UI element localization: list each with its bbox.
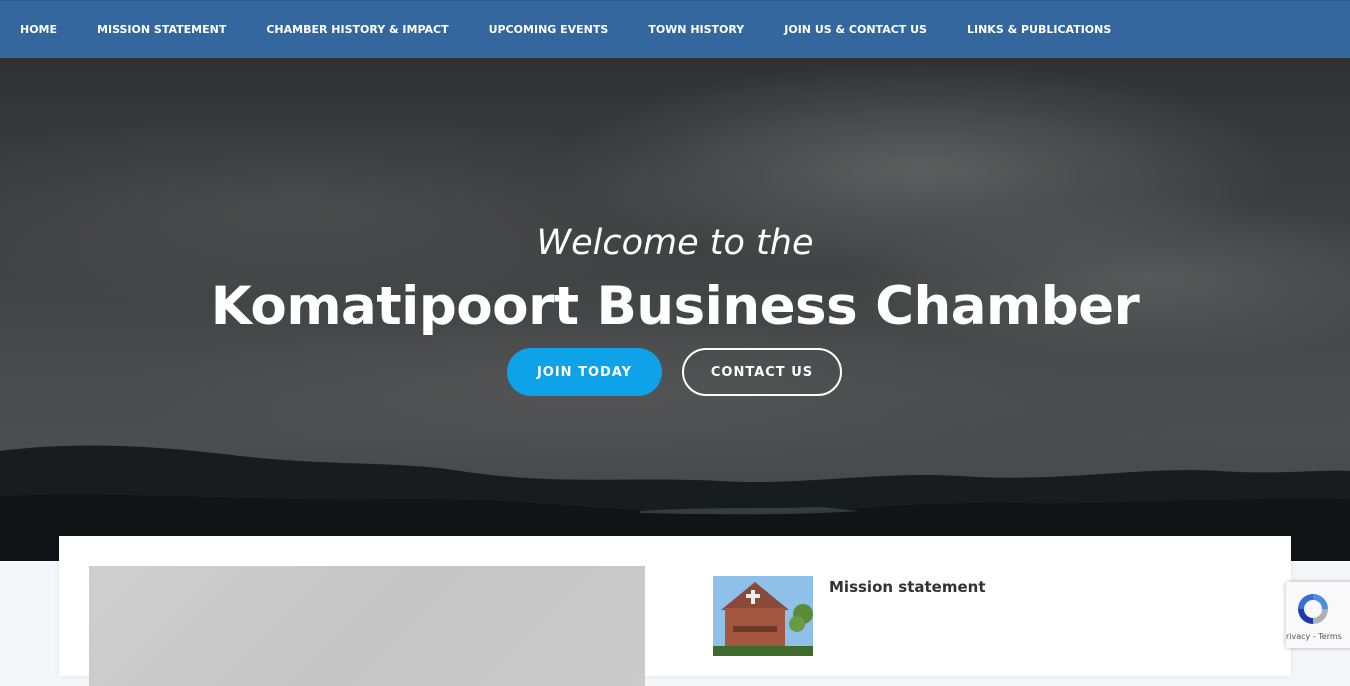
nav-item-links-publications[interactable]: LINKS & PUBLICATIONS [967,23,1111,36]
nav-item-town-history[interactable]: TOWN HISTORY [648,23,744,36]
mission-statement-link[interactable]: Mission statement [829,578,986,596]
nav-item-home[interactable]: HOME [20,23,57,36]
nav-item-chamber-history[interactable]: CHAMBER HISTORY & IMPACT [266,23,448,36]
featured-image[interactable] [89,566,645,686]
church-building-image [713,576,813,656]
mission-statement-thumbnail[interactable] [713,576,813,656]
recaptcha-privacy-terms[interactable]: rivacy - Terms [1286,632,1342,641]
nav-item-upcoming-events[interactable]: UPCOMING EVENTS [489,23,609,36]
hero-subtitle: Welcome to the [536,223,814,263]
join-today-button[interactable]: JOIN TODAY [507,348,662,396]
content-card: Mission statement [59,536,1291,686]
contact-us-button[interactable]: CONTACT US [682,348,842,396]
recaptcha-badge[interactable]: rivacy - Terms [1286,582,1350,648]
hero-title: Komatipoort Business Chamber [210,276,1140,337]
main-navigation: HOME MISSION STATEMENT CHAMBER HISTORY &… [0,0,1350,58]
hero-banner: Welcome to the Komatipoort Business Cham… [0,58,1350,561]
recaptcha-icon [1298,594,1328,624]
nav-item-mission-statement[interactable]: MISSION STATEMENT [97,23,226,36]
nav-item-join-contact[interactable]: JOIN US & CONTACT US [784,23,927,36]
